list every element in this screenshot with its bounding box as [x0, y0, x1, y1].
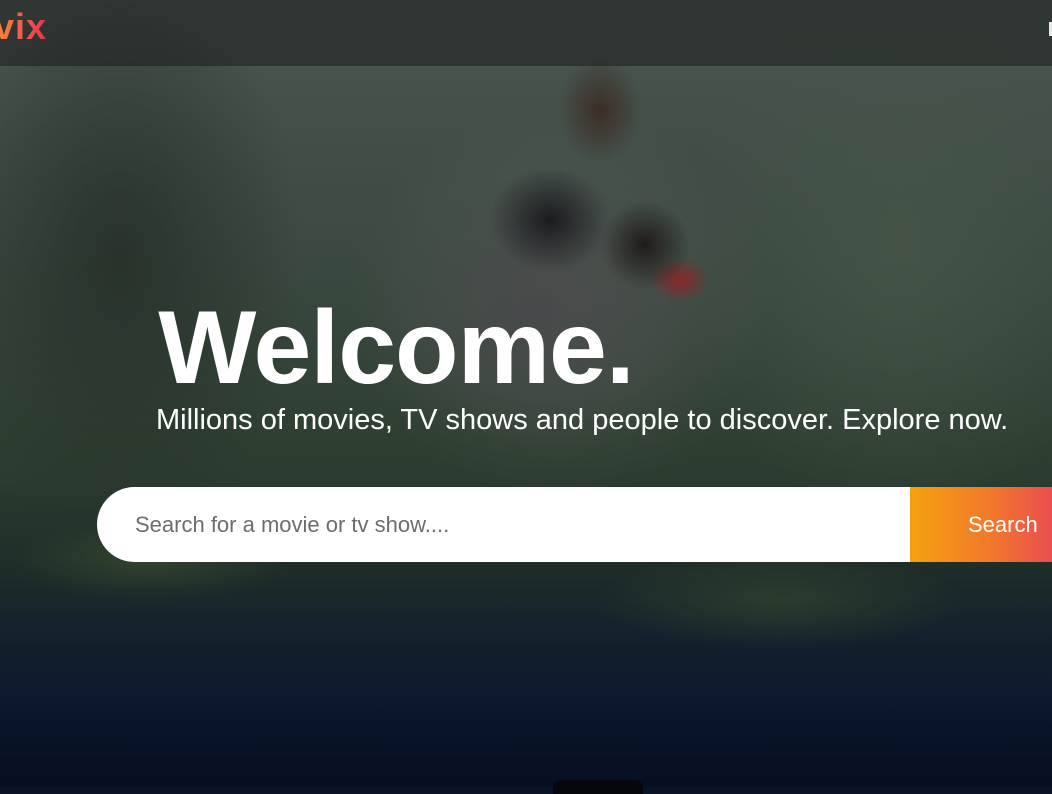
search-input[interactable]: [97, 487, 937, 562]
site-logo[interactable]: vix: [0, 6, 47, 48]
search-form: Search: [97, 487, 1052, 562]
hero-title-text: Welcome.: [158, 290, 635, 406]
scroll-indicator: [553, 780, 643, 794]
hero-subtitle: Millions of movies, TV shows and people …: [156, 404, 1009, 436]
hero-title: Welcome.: [0, 296, 1052, 400]
search-button[interactable]: Search: [910, 487, 1052, 562]
top-navigation-bar: vix: [0, 0, 1052, 66]
